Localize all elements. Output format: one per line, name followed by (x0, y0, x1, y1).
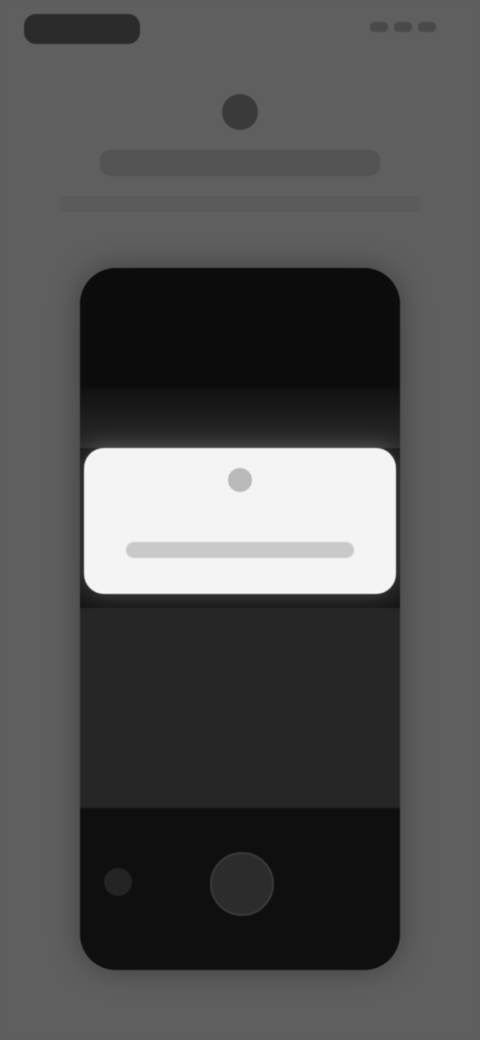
info-icon (228, 468, 252, 492)
shutter-button[interactable] (210, 852, 274, 916)
battery-icon (418, 22, 436, 32)
phone-top-area (80, 268, 400, 388)
status-icons (370, 22, 436, 32)
wifi-icon (394, 22, 412, 32)
page-title (100, 150, 380, 176)
screen (0, 0, 480, 1040)
signal-icon (370, 22, 388, 32)
dialog-text (126, 542, 354, 558)
phone-mid-area (80, 388, 400, 448)
phone-preview (80, 268, 400, 970)
status-time (24, 14, 140, 44)
status-bar (0, 0, 480, 60)
page-subtitle (60, 196, 420, 212)
gallery-icon[interactable] (104, 868, 132, 896)
camera-icon (222, 94, 258, 130)
preview-dialog[interactable] (84, 448, 396, 594)
phone-lower-area (80, 608, 400, 808)
